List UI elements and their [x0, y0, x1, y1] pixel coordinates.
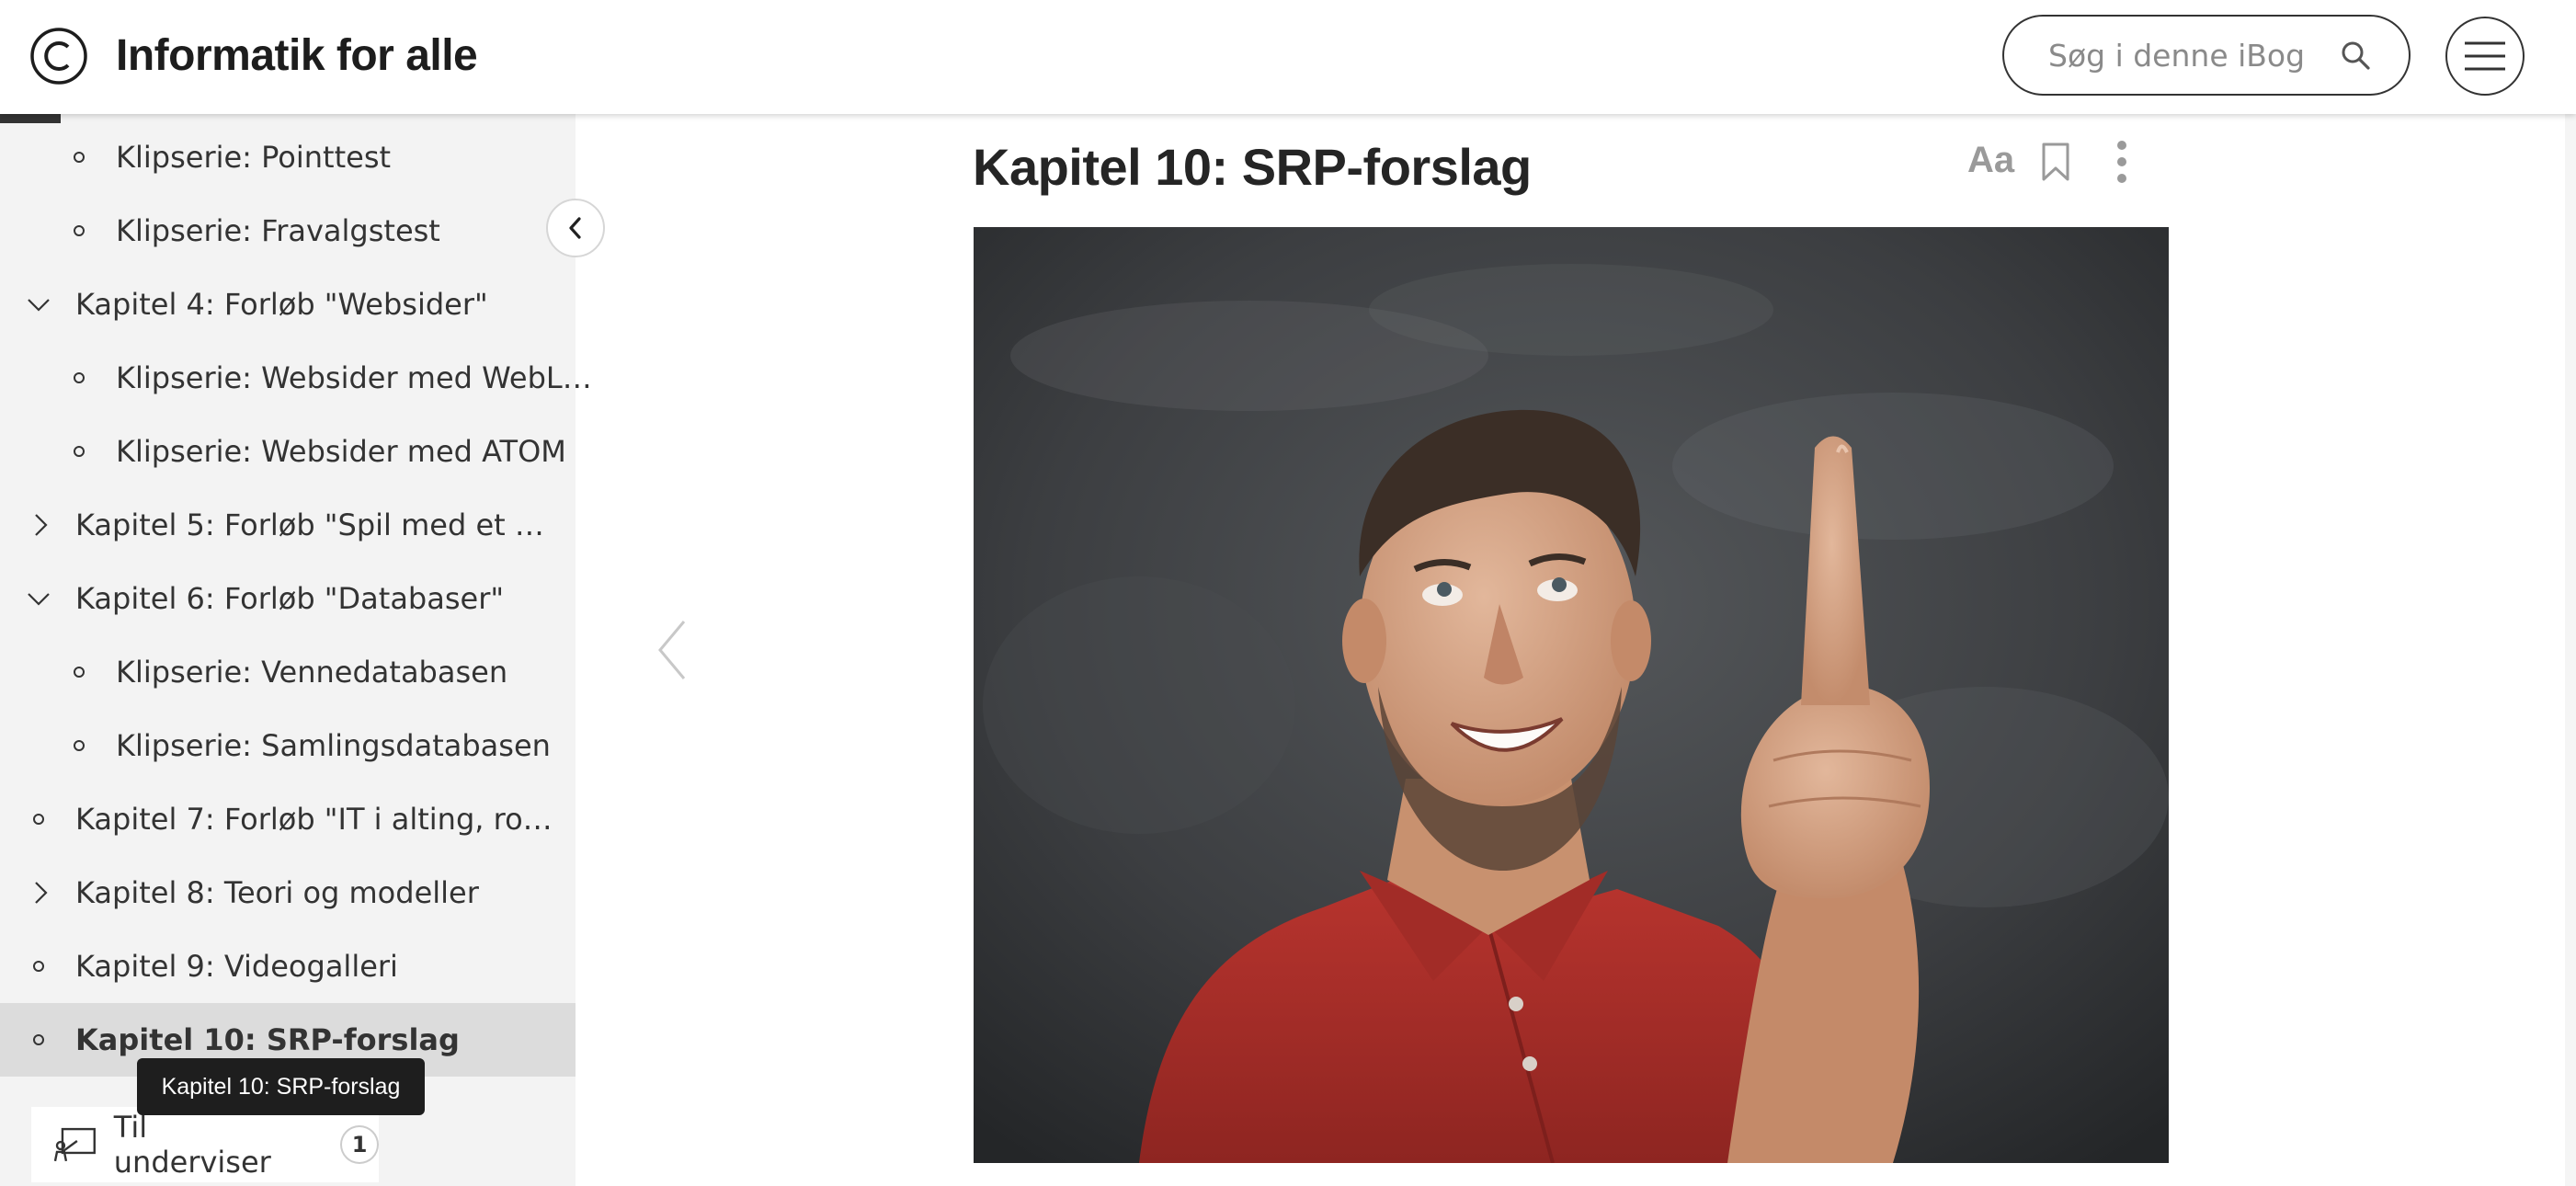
bookmark-icon[interactable]: [2041, 142, 2070, 182]
chevron-right-icon[interactable]: [28, 512, 53, 538]
bullet-icon: [74, 372, 85, 383]
toc-item-label: Klipserie: Fravalgstest: [116, 213, 440, 248]
chapter-hero-image: [974, 227, 2169, 1163]
chevron-right-icon[interactable]: [28, 880, 53, 906]
teacher-label: Til underviser: [113, 1110, 271, 1180]
toc-item-kapitel-4[interactable]: Kapitel 4: Forløb "Websider": [0, 268, 576, 341]
toc-item-samlingsdatabasen[interactable]: Klipserie: Samlingsdatabasen: [0, 709, 576, 782]
toc-item-label: Kapitel 4: Forløb "Websider": [75, 287, 488, 322]
font-size-button[interactable]: Aa: [1967, 140, 2014, 181]
teacher-button[interactable]: Til underviser 1: [31, 1107, 379, 1182]
more-options-icon[interactable]: [2114, 140, 2129, 184]
toc-item-pointtest[interactable]: Klipserie: Pointtest: [0, 120, 576, 194]
search-input[interactable]: [2048, 37, 2324, 74]
toc-item-label: Klipserie: Samlingsdatabasen: [116, 728, 551, 763]
previous-page-arrow-icon[interactable]: [655, 618, 691, 682]
toc-item-label: Klipserie: Websider med ATOM: [116, 434, 566, 469]
toc-item-weblab[interactable]: Klipserie: Websider med WebLab: [0, 341, 594, 415]
hamburger-icon: [2465, 41, 2505, 71]
toc-item-label: Kapitel 5: Forløb "Spil med et buds...: [75, 507, 553, 542]
page-title: Kapitel 10: SRP-forslag: [973, 138, 1532, 196]
toc-item-label: Klipserie: Pointtest: [116, 140, 392, 175]
hero-illustration: [974, 227, 2169, 1163]
toc-item-vennedatabasen[interactable]: Klipserie: Vennedatabasen: [0, 635, 576, 709]
toc-item-label: Kapitel 6: Forløb "Databaser": [75, 581, 505, 616]
toc-item-label: Kapitel 9: Videogalleri: [75, 949, 398, 984]
chevron-down-icon[interactable]: [26, 291, 51, 317]
toc-item-kapitel-7[interactable]: Kapitel 7: Forløb "IT i alting, robott..…: [0, 782, 576, 856]
toc-item-kapitel-5[interactable]: Kapitel 5: Forløb "Spil med et buds...: [0, 488, 576, 562]
toc-item-label: Kapitel 8: Teori og modeller: [75, 875, 479, 910]
top-header: Informatik for alle: [0, 0, 2576, 114]
toc-item-label: Klipserie: Vennedatabasen: [116, 655, 508, 690]
toc-item-kapitel-8[interactable]: Kapitel 8: Teori og modeller: [0, 856, 576, 929]
bullet-icon: [74, 225, 85, 236]
toc-item-kapitel-9[interactable]: Kapitel 9: Videogalleri: [0, 929, 576, 1003]
search-icon[interactable]: [2339, 39, 2372, 72]
search-box[interactable]: [2002, 15, 2411, 96]
tooltip: Kapitel 10: SRP-forslag: [137, 1058, 425, 1115]
chevron-down-icon[interactable]: [26, 586, 51, 611]
page-scrollbar[interactable]: [2565, 0, 2576, 1186]
bullet-icon: [33, 1034, 44, 1045]
bullet-icon: [74, 152, 85, 163]
site-title[interactable]: Informatik for alle: [116, 26, 478, 86]
bullet-icon: [33, 814, 44, 825]
bullet-icon: [74, 667, 85, 678]
bullet-icon: [74, 740, 85, 751]
bullet-icon: [33, 961, 44, 972]
toc-item-atom[interactable]: Klipserie: Websider med ATOM: [0, 415, 576, 488]
bullet-icon: [74, 446, 85, 457]
copyright-logo-icon[interactable]: [29, 27, 88, 86]
toc-item-label: Klipserie: Websider med WebLab: [116, 360, 594, 395]
collapse-sidebar-button[interactable]: [546, 199, 605, 257]
menu-button[interactable]: [2445, 17, 2525, 96]
toc-item-label: Kapitel 10: SRP-forslag: [75, 1022, 460, 1057]
count-badge: 1: [340, 1125, 379, 1164]
toc-sidebar: Klipserie: Pointtest Klipserie: Fravalgs…: [0, 114, 594, 1186]
toc-item-kapitel-6[interactable]: Kapitel 6: Forløb "Databaser": [0, 562, 576, 635]
toc-item-label: Kapitel 7: Forløb "IT i alting, robott..…: [75, 802, 553, 837]
chevron-left-icon: [569, 217, 581, 239]
toc-item-fravalgstest[interactable]: Klipserie: Fravalgstest: [0, 194, 576, 268]
teacher-board-icon: [53, 1127, 96, 1162]
